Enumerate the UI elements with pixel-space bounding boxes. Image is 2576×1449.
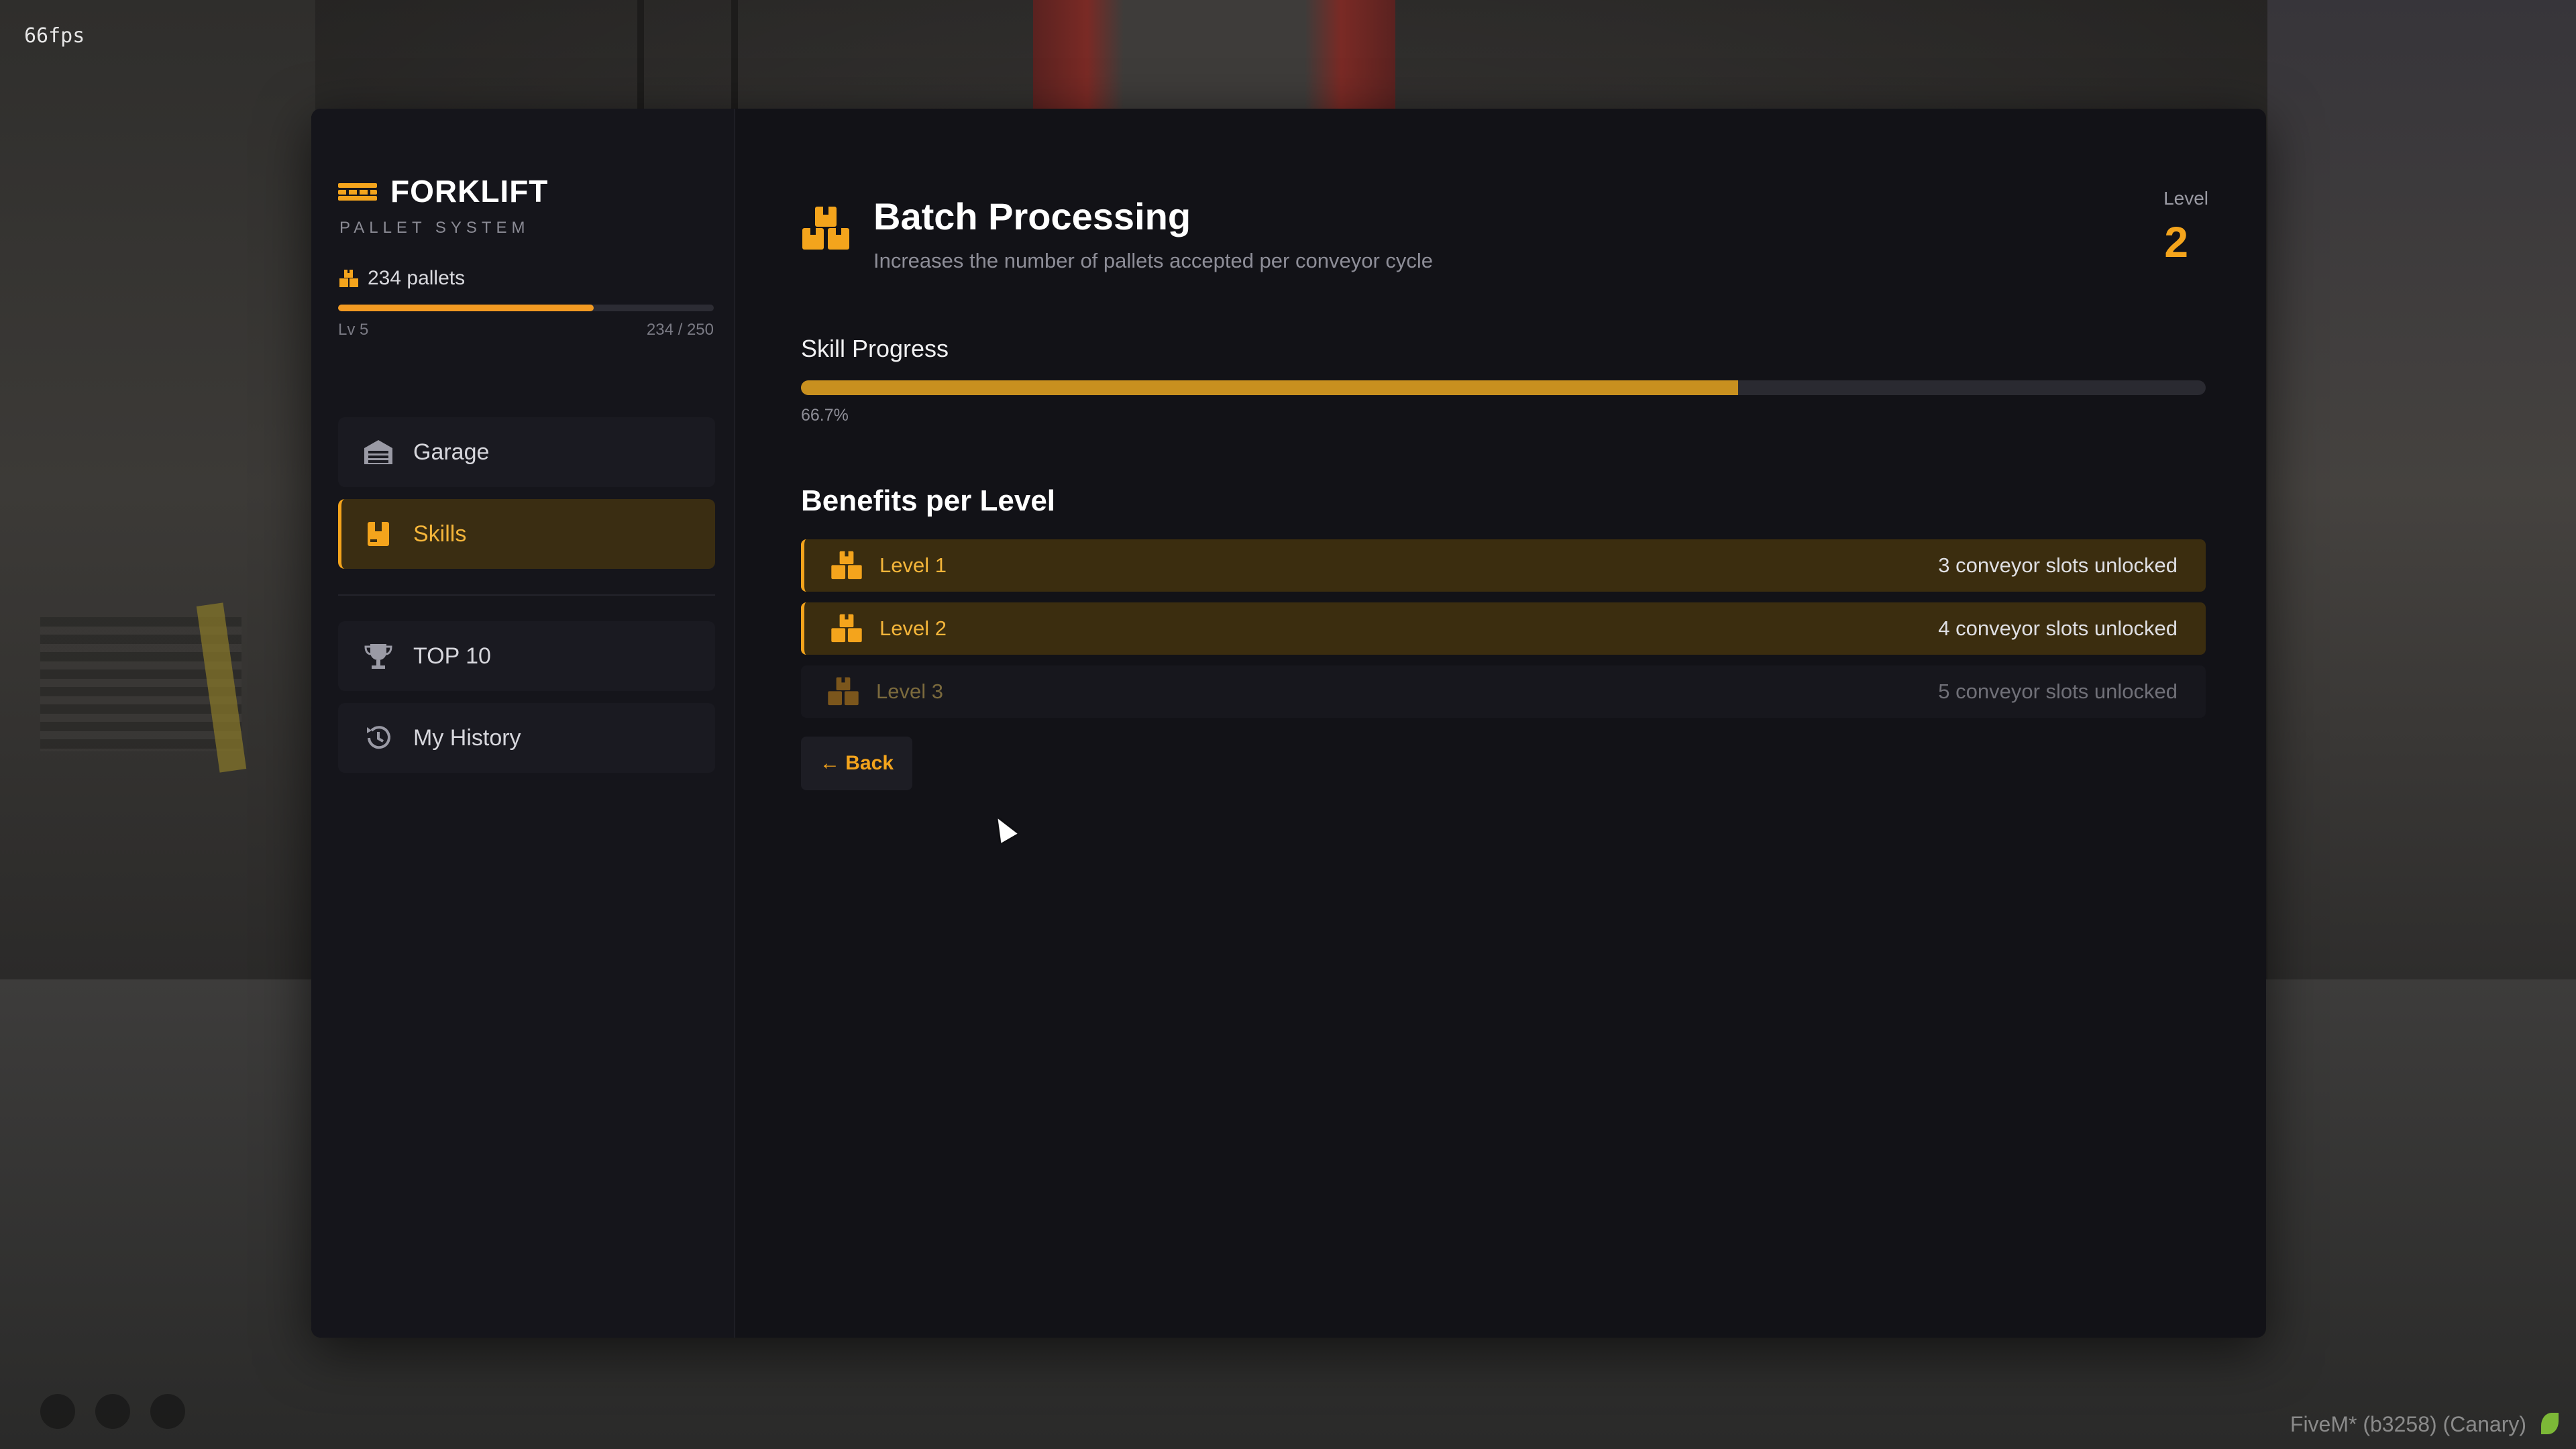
client-version: FiveM* (b3258) (Canary) xyxy=(2290,1412,2526,1436)
box-icon xyxy=(339,270,358,287)
pallet-count-text: 234 pallets xyxy=(368,267,466,289)
pallet-boxes-icon xyxy=(831,614,862,643)
history-icon xyxy=(362,722,394,754)
pallet-boxes-icon xyxy=(828,677,859,706)
sidebar-item-skills[interactable]: Skills xyxy=(338,499,715,569)
skill-level: Level 2 xyxy=(2163,188,2208,267)
sidebar-item-label: Garage xyxy=(413,439,490,465)
xp-count: 234 / 250 xyxy=(646,321,714,339)
forklift-panel: FORKLIFT PALLET SYSTEM 234 pallets Lv 5 … xyxy=(311,109,2266,1338)
pallet-boxes-icon xyxy=(831,551,862,580)
box-icon xyxy=(362,518,394,550)
sidebar: FORKLIFT PALLET SYSTEM 234 pallets Lv 5 … xyxy=(311,109,735,1338)
sidebar-item-label: TOP 10 xyxy=(413,643,491,669)
skill-progress-label: Skill Progress xyxy=(801,335,949,362)
menu-icon xyxy=(95,1394,130,1429)
mic-icon xyxy=(150,1394,185,1429)
sidebar-item-garage[interactable]: Garage xyxy=(338,417,715,487)
benefit-row-level-1: Level 1 3 conveyor slots unlocked xyxy=(801,539,2206,592)
back-button[interactable]: ← Back xyxy=(801,737,912,790)
sidebar-item-label: Skills xyxy=(413,521,467,547)
xp-meta: Lv 5 234 / 250 xyxy=(338,321,714,339)
skill-progress-percent: 66.7% xyxy=(801,406,849,425)
skill-description: Increases the number of pallets accepted… xyxy=(873,249,1434,272)
brand-title: FORKLIFT xyxy=(390,174,549,209)
sidebar-item-label: My History xyxy=(413,724,521,751)
skill-text: Batch Processing Increases the number of… xyxy=(873,195,1433,273)
brand-subtitle: PALLET SYSTEM xyxy=(339,219,530,237)
garage-icon xyxy=(362,436,394,468)
nav-divider xyxy=(338,594,715,596)
background-wall-left xyxy=(0,0,315,979)
pallet-count: 234 pallets xyxy=(338,267,708,290)
skill-header: Batch Processing Increases the number of… xyxy=(801,195,2208,273)
benefit-level: Level 2 xyxy=(879,616,947,640)
fps-counter: 66fps xyxy=(24,24,85,48)
benefit-value: 3 conveyor slots unlocked xyxy=(1938,553,2178,577)
benefit-row-level-2: Level 2 4 conveyor slots unlocked xyxy=(801,602,2206,655)
skill-progress-fill xyxy=(801,380,1738,395)
benefit-level: Level 1 xyxy=(879,553,947,577)
sidebar-item-my-history[interactable]: My History xyxy=(338,703,715,773)
sidebar-item-top10[interactable]: TOP 10 xyxy=(338,621,715,691)
voice-icon xyxy=(40,1394,75,1429)
background-wall-right xyxy=(2267,0,2576,979)
benefit-value: 4 conveyor slots unlocked xyxy=(1938,616,2178,640)
forklift-logo-icon xyxy=(338,181,377,201)
brand: FORKLIFT xyxy=(338,173,708,209)
background-pillar xyxy=(1033,0,1395,114)
pallet-boxes-icon xyxy=(802,207,849,250)
player-level: Lv 5 xyxy=(338,321,369,339)
benefits-title: Benefits per Level xyxy=(801,484,1056,517)
hud-corner-icons xyxy=(40,1394,185,1429)
background-ladder xyxy=(637,0,738,114)
benefits-list: Level 1 3 conveyor slots unlocked Level … xyxy=(801,539,2206,718)
skill-title: Batch Processing xyxy=(873,195,1191,237)
benefit-level: Level 3 xyxy=(876,680,943,703)
skill-progress-bar xyxy=(801,380,2206,395)
xp-progress-bar xyxy=(338,305,714,311)
benefit-row-level-3: Level 3 5 conveyor slots unlocked xyxy=(801,665,2206,718)
sidebar-nav: Garage Skills TOP 10 My History xyxy=(338,417,715,785)
level-label: Level xyxy=(2163,188,2208,209)
skill-detail: Batch Processing Increases the number of… xyxy=(735,109,2266,1338)
xp-progress-fill xyxy=(338,305,594,311)
trophy-icon xyxy=(362,640,394,672)
benefit-value: 5 conveyor slots unlocked xyxy=(1938,680,2178,703)
level-value: 2 xyxy=(2164,218,2188,266)
